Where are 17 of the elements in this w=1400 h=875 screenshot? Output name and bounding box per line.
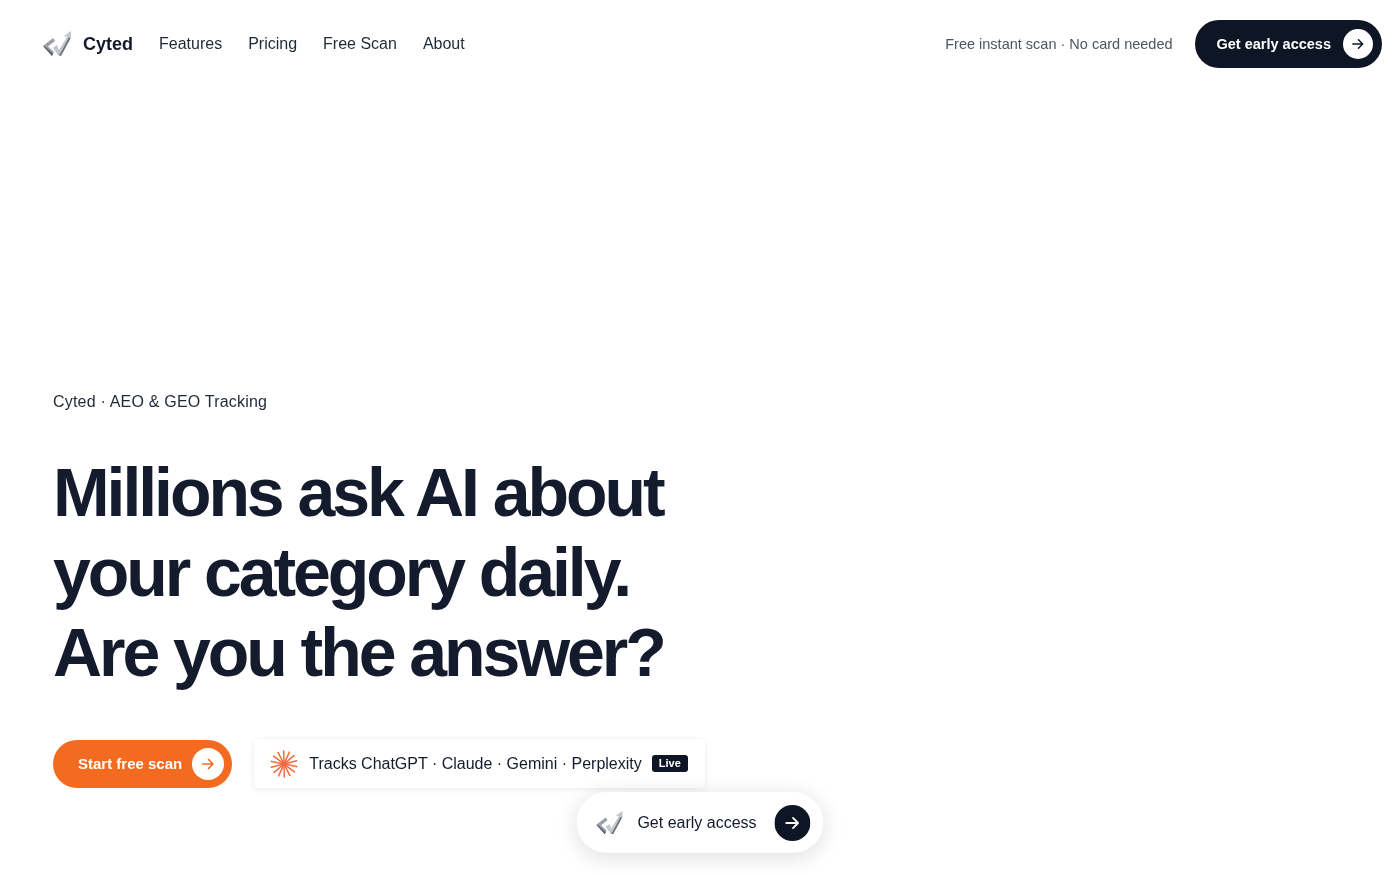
logo-icon [41,29,73,59]
arrow-right-icon [1343,29,1373,59]
get-early-access-button[interactable]: Get early access [1194,20,1382,68]
tagline-text: Free instant scan · No card needed [945,36,1173,52]
nav-link[interactable]: Features [159,35,223,53]
nav-link[interactable]: About [422,35,465,53]
starburst-icon [270,749,299,778]
brand-name[interactable]: Cyted [83,33,133,55]
floating-access-button[interactable]: Get early access [576,792,824,853]
arrow-right-icon [774,804,811,841]
eyebrow-text: Cyted · AEO & GEO Tracking [53,392,268,412]
tracks-text: Tracks ChatGPT · Claude · Gemini · Perplexity [309,754,642,773]
nav-link[interactable]: Free Scan [323,35,397,53]
nav-link[interactable]: Pricing [248,35,298,53]
live-badge: Live [651,755,688,772]
arrow-right-icon [192,747,225,780]
hero-headline: Millions ask AI about your category daily. Are you the answer? [53,453,665,692]
